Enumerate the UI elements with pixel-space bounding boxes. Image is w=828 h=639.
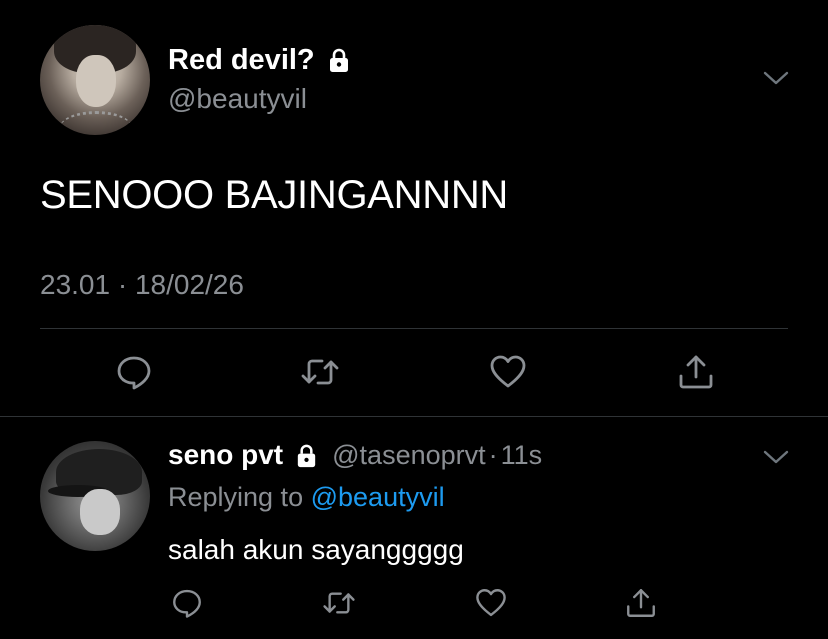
reply-icon[interactable] [170,586,204,620]
reply-tweet-header: seno pvt @tasenoprvt · 11s [168,437,542,473]
share-icon[interactable] [624,586,658,620]
chevron-down-icon[interactable] [762,68,790,88]
lock-icon [325,46,353,74]
divider [0,416,828,417]
reply-tweet-text: salah akun sayanggggg [168,534,464,565]
divider [40,328,788,329]
replying-to-label: Replying to [168,482,304,512]
reply-icon[interactable] [114,352,154,392]
replying-to-mention-link[interactable]: @beautyvil [311,482,445,512]
reply-tweet-display-name[interactable]: seno pvt [168,437,283,473]
retweet-icon[interactable] [322,586,356,620]
replying-to-line: Replying to @beautyvil [168,480,445,514]
share-icon[interactable] [676,352,716,392]
main-tweet-handle[interactable]: @beautyvil [168,82,307,116]
chevron-down-icon[interactable] [762,447,790,467]
reply-tweet-handle[interactable]: @tasenoprvt [332,437,485,473]
separator-dot: · [488,440,498,470]
main-tweet-avatar[interactable] [40,25,150,135]
reply-tweet-time[interactable]: 11s [501,437,543,473]
main-tweet-author[interactable]: Red devil? [168,42,353,78]
main-tweet-display-name[interactable]: Red devil? [168,42,315,78]
main-tweet-text: SENOOO BAJINGANNNN [40,173,508,217]
retweet-icon[interactable] [300,352,340,392]
like-icon[interactable] [474,586,508,620]
reply-tweet-avatar[interactable] [40,441,150,551]
lock-icon [293,442,320,469]
main-tweet-timestamp[interactable]: 23.01 · 18/02/26 [40,268,244,302]
like-icon[interactable] [488,352,528,392]
